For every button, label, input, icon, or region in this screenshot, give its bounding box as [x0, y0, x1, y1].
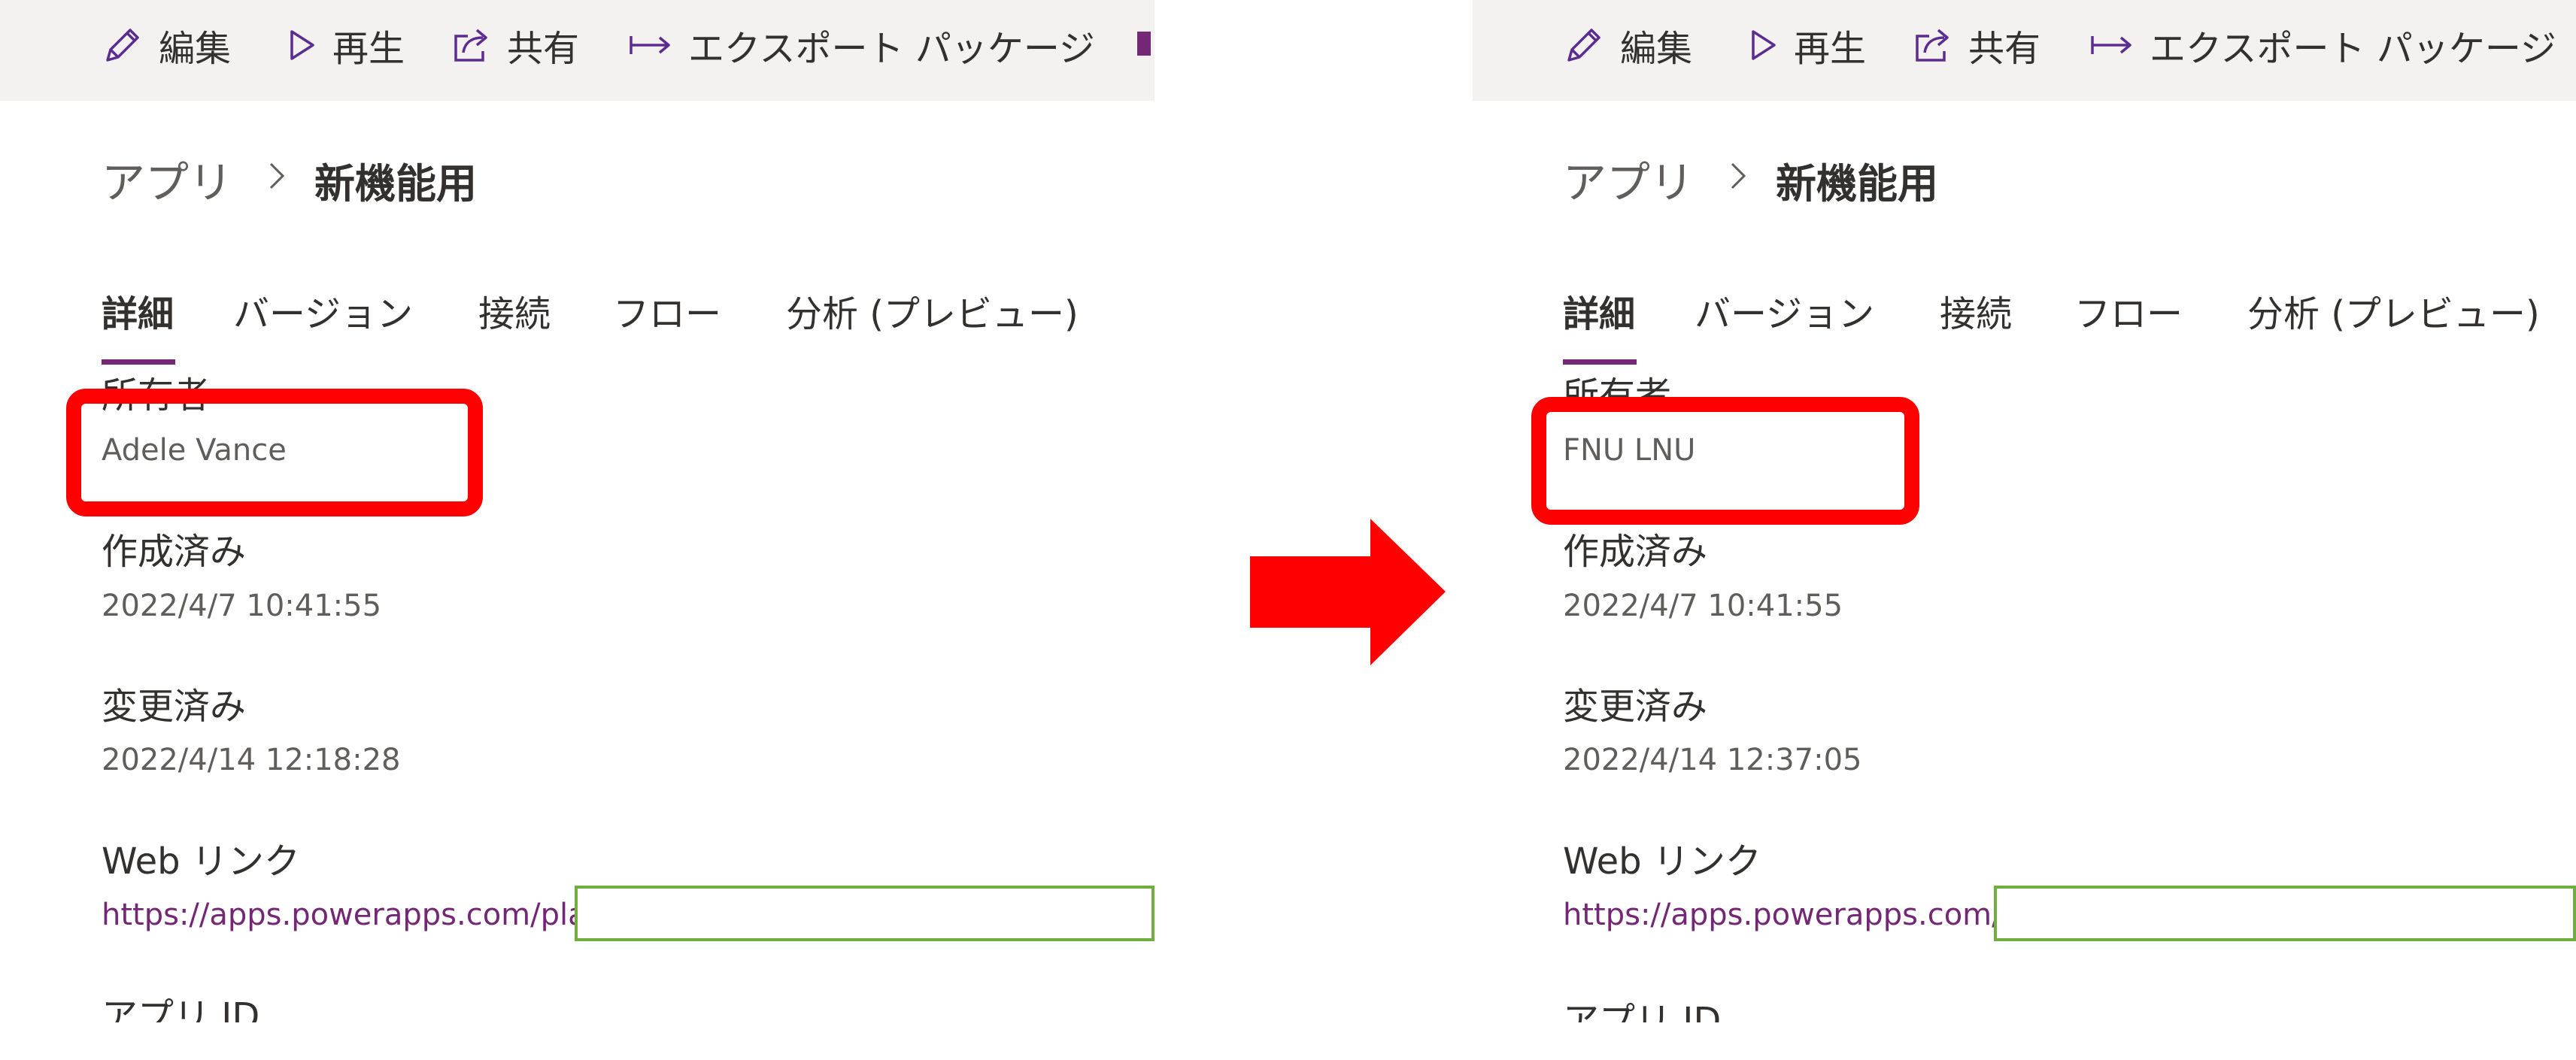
breadcrumb-apps[interactable]: アプリ	[102, 147, 232, 210]
play-button[interactable]: 再生	[287, 17, 405, 74]
edit-button[interactable]: 編集	[1563, 17, 1692, 74]
edit-label: 編集	[1620, 28, 1693, 70]
chevron-right-icon	[269, 162, 285, 189]
edit-button[interactable]: 編集	[102, 17, 231, 74]
web-link-label: Web リンク	[1563, 840, 1761, 883]
modified-value: 2022/4/14 12:37:05	[1563, 743, 1862, 777]
modified-label: 変更済み	[102, 686, 247, 728]
created-label: 作成済み	[102, 531, 247, 573]
breadcrumb-current: 新機能用	[1776, 160, 1938, 207]
breadcrumb-apps[interactable]: アプリ	[1563, 147, 1694, 210]
created-value: 2022/4/7 10:41:55	[102, 589, 382, 623]
export-package-button[interactable]: エクスポート パッケージ	[2089, 17, 2556, 74]
play-label: 再生	[332, 28, 405, 70]
tab-flows[interactable]: フロー	[2074, 284, 2183, 337]
screenshot-after: 編集 再生 共有 エクスポート パッケージ アプリ 新機能用 詳細 バージョン …	[1473, 0, 2576, 1022]
share-label: 共有	[507, 28, 580, 70]
screenshot-before: 編集 再生 共有 エクスポート パッケージ アプリ 新機能用 詳細 バージョン	[0, 0, 1154, 1022]
export-icon	[2091, 36, 2131, 54]
export-label: エクスポート パッケージ	[2150, 28, 2556, 70]
tab-details[interactable]: 詳細	[102, 284, 174, 337]
play-icon	[1752, 30, 1776, 60]
tab-connections[interactable]: 接続	[1940, 284, 2012, 337]
modified-value: 2022/4/14 12:18:28	[102, 743, 401, 777]
tab-details[interactable]: 詳細	[1563, 284, 1635, 337]
owner-highlight-box	[1531, 397, 1919, 525]
owner-highlight-box	[66, 389, 483, 516]
edit-icon	[1567, 29, 1601, 62]
redaction-box	[1994, 886, 2576, 941]
web-link-value[interactable]: https://apps.powerapps.com/pl	[1563, 898, 2029, 932]
tab-flows[interactable]: フロー	[613, 284, 721, 337]
created-value: 2022/4/7 10:41:55	[1563, 589, 1843, 623]
active-tab-indicator	[102, 359, 175, 365]
tab-analytics[interactable]: 分析 (プレビュー)	[2247, 284, 2540, 337]
tab-connections[interactable]: 接続	[478, 284, 551, 337]
created-label: 作成済み	[1563, 531, 1708, 573]
web-link-value[interactable]: https://apps.powerapps.com/play/	[102, 898, 614, 932]
modified-label: 変更済み	[1563, 686, 1708, 728]
chevron-right-icon	[1731, 162, 1746, 189]
export-icon	[630, 36, 670, 54]
breadcrumb-current: 新機能用	[314, 160, 477, 207]
redaction-box	[575, 886, 1154, 941]
play-icon	[290, 30, 314, 60]
app-id-label: アプリ ID	[1563, 1000, 1722, 1022]
play-button[interactable]: 再生	[1749, 17, 1866, 74]
tab-versions[interactable]: バージョン	[1695, 284, 1874, 337]
edit-label: 編集	[159, 28, 232, 70]
web-link-label: Web リンク	[102, 840, 300, 883]
share-button[interactable]: 共有	[1911, 17, 2040, 74]
active-tab-indicator	[1563, 359, 1637, 365]
export-label: エクスポート パッケージ	[688, 28, 1095, 70]
share-label: 共有	[1968, 28, 2041, 70]
arrow-right-icon	[1250, 519, 1446, 665]
edit-icon	[106, 29, 139, 62]
share-button[interactable]: 共有	[450, 17, 579, 74]
share-icon	[1916, 29, 1949, 62]
more-commands-icon[interactable]	[1137, 32, 1151, 56]
share-icon	[454, 29, 487, 62]
export-package-button[interactable]: エクスポート パッケージ	[628, 17, 1095, 74]
command-bar: 編集 再生 共有 エクスポート パッケージ	[1473, 0, 2576, 101]
tab-analytics[interactable]: 分析 (プレビュー)	[786, 284, 1079, 337]
app-id-label: アプリ ID	[102, 995, 260, 1022]
command-bar: 編集 再生 共有 エクスポート パッケージ	[0, 0, 1154, 101]
play-label: 再生	[1794, 28, 1867, 70]
tab-versions[interactable]: バージョン	[233, 284, 413, 337]
